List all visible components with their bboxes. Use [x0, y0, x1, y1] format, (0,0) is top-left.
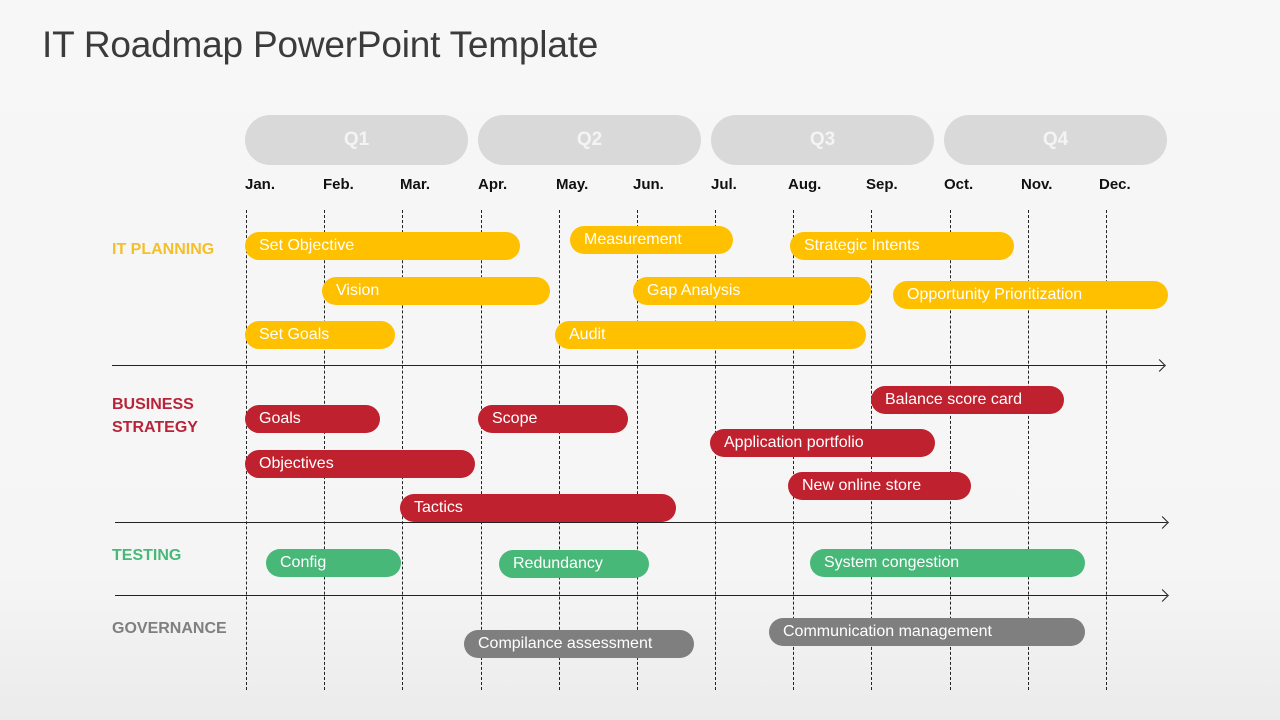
arrow-right-icon: [1153, 359, 1166, 372]
quarter-q4: Q4: [944, 115, 1167, 165]
task-bar-tactics[interactable]: Tactics: [400, 494, 676, 522]
month-label: May.: [556, 176, 589, 193]
month-label: Jan.: [245, 176, 276, 193]
month-label: Apr.: [478, 176, 508, 193]
month-gridline: [559, 210, 560, 690]
task-bar-balance-score-card[interactable]: Balance score card: [871, 386, 1064, 414]
category-business-strategy: BUSINESS STRATEGY: [112, 396, 198, 436]
month-label: Mar.: [400, 176, 431, 193]
arrow-right-icon: [1156, 589, 1169, 602]
divider-arrow-line: [115, 522, 1167, 523]
divider-arrow-line: [112, 365, 1164, 366]
task-bar-system-congestion[interactable]: System congestion: [810, 549, 1085, 577]
month-label: Jul.: [711, 176, 737, 193]
task-bar-set-objective[interactable]: Set Objective: [245, 232, 520, 260]
month-label: Nov.: [1021, 176, 1053, 193]
month-label: Dec.: [1099, 176, 1131, 193]
quarter-q3: Q3: [711, 115, 934, 165]
task-bar-communication-management[interactable]: Communication management: [769, 618, 1085, 646]
page-title: IT Roadmap PowerPoint Template: [42, 24, 599, 65]
task-bar-application-portfolio[interactable]: Application portfolio: [710, 429, 935, 457]
task-bar-strategic-intents[interactable]: Strategic Intents: [790, 232, 1014, 260]
quarter-q1: Q1: [245, 115, 468, 165]
task-bar-redundancy[interactable]: Redundancy: [499, 550, 649, 578]
task-bar-opportunity-prioritization[interactable]: Opportunity Prioritization: [893, 281, 1168, 309]
quarter-q2: Q2: [478, 115, 701, 165]
category-governance: GOVERNANCE: [112, 620, 227, 637]
arrow-right-icon: [1156, 516, 1169, 529]
month-label: Sep.: [866, 176, 898, 193]
task-bar-goals[interactable]: Goals: [245, 405, 380, 433]
task-bar-config[interactable]: Config: [266, 549, 401, 577]
task-bar-set-goals[interactable]: Set Goals: [245, 321, 395, 349]
task-bar-new-online-store[interactable]: New online store: [788, 472, 971, 500]
task-bar-vision[interactable]: Vision: [322, 277, 550, 305]
month-label: Oct.: [944, 176, 974, 193]
month-label: Aug.: [788, 176, 822, 193]
task-bar-measurement[interactable]: Measurement: [570, 226, 733, 254]
month-gridline: [246, 210, 247, 690]
task-bar-gap-analysis[interactable]: Gap Analysis: [633, 277, 871, 305]
task-bar-scope[interactable]: Scope: [478, 405, 628, 433]
task-bar-audit[interactable]: Audit: [555, 321, 866, 349]
month-label: Feb.: [323, 176, 354, 193]
category-testing: TESTING: [112, 547, 182, 564]
month-label: Jun.: [633, 176, 664, 193]
category-it-planning: IT PLANNING: [112, 241, 215, 258]
task-bar-compilance-assessment[interactable]: Compilance assessment: [464, 630, 694, 658]
divider-arrow-line: [115, 595, 1167, 596]
task-bar-objectives[interactable]: Objectives: [245, 450, 475, 478]
